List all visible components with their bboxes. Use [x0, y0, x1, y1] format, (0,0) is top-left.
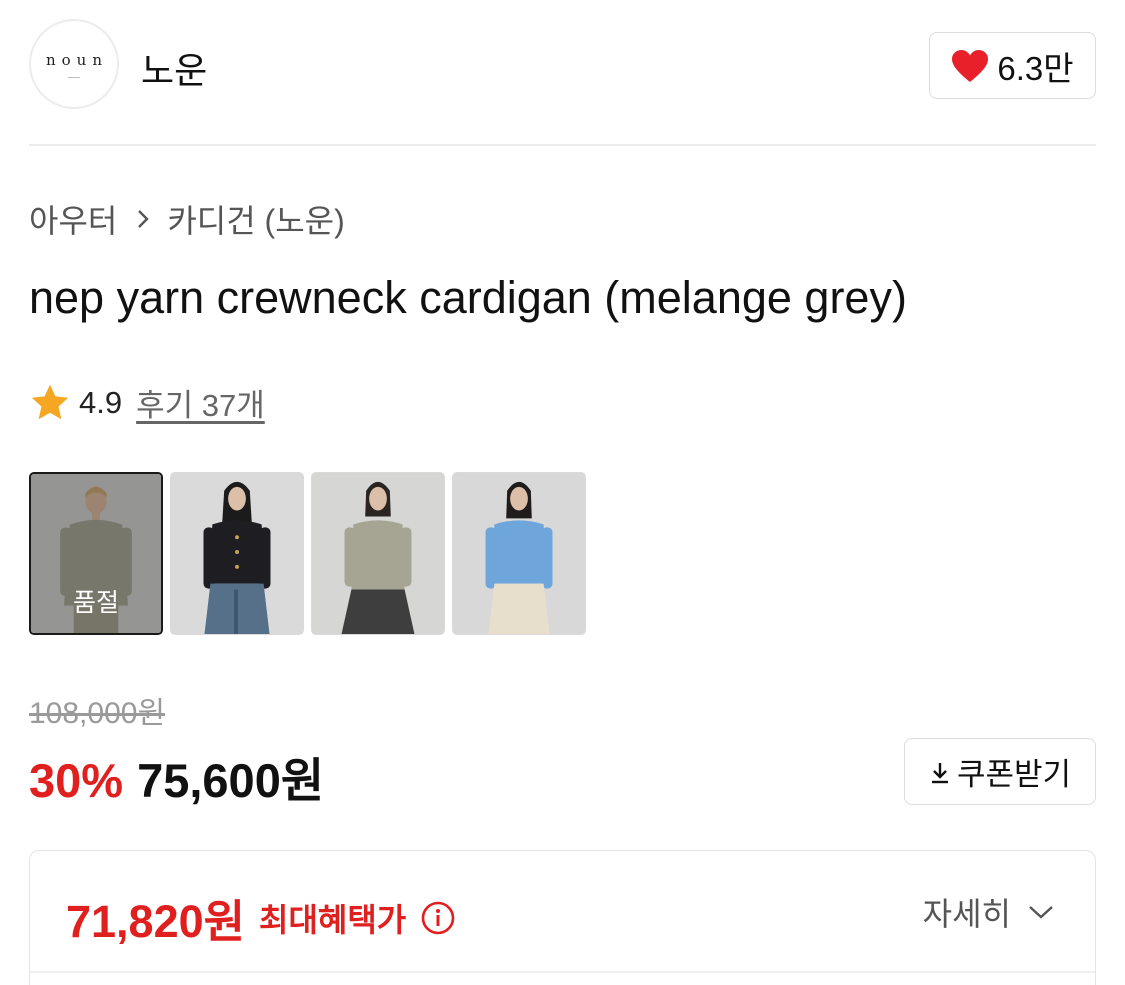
star-icon — [31, 384, 69, 419]
thumbnail-beige[interactable] — [311, 472, 445, 635]
product-title: nep yarn crewneck cardigan (melange grey… — [29, 272, 907, 323]
chevron-right-icon — [135, 208, 151, 230]
review-count-link[interactable]: 후기 37개 — [136, 380, 265, 425]
product-image-beige — [312, 473, 444, 634]
max-benefit-summary: 71,820원 최대혜택가 — [66, 885, 456, 950]
like-button[interactable]: 6.3만 — [929, 32, 1096, 99]
color-options: 품절 — [29, 472, 586, 635]
max-benefit-box: 71,820원 최대혜택가 자세히 — [29, 850, 1096, 985]
breadcrumb-item-outer[interactable]: 아우터 — [29, 196, 117, 242]
chevron-down-icon — [1029, 906, 1053, 919]
download-icon — [931, 762, 948, 783]
product-image-black — [171, 473, 303, 634]
coupon-download-button[interactable]: 쿠폰받기 — [904, 738, 1096, 805]
brand-logo-mark — [68, 76, 80, 78]
coupon-label: 쿠폰받기 — [956, 757, 1072, 792]
thumbnail-blue[interactable] — [452, 472, 586, 635]
thumbnail-melange-grey[interactable]: 품절 — [29, 472, 163, 635]
brand-logo-text: noun — [45, 50, 108, 69]
brand-logo[interactable]: noun — [29, 19, 119, 109]
like-count: 6.3만 — [997, 49, 1074, 87]
original-price: 108,000원 — [29, 697, 166, 730]
brand-name[interactable]: 노운 — [141, 42, 207, 94]
breadcrumb-item-cardigan[interactable]: 카디건 (노운) — [167, 196, 344, 242]
sold-out-label: 품절 — [72, 589, 119, 617]
discount-rate: 30% — [29, 754, 124, 807]
info-icon[interactable] — [420, 900, 456, 936]
max-benefit-label: 최대혜택가 — [259, 901, 407, 938]
benefit-divider — [30, 971, 1095, 973]
price-row: 30% 75,600원 — [29, 742, 324, 811]
product-image-blue — [453, 473, 585, 634]
breadcrumb: 아우터 카디건 (노운) — [29, 196, 345, 242]
rating-score: 4.9 — [79, 384, 123, 420]
sale-price: 75,600원 — [137, 754, 325, 807]
max-benefit-price: 71,820원 — [66, 896, 246, 947]
benefit-detail-toggle[interactable]: 자세히 — [923, 889, 1055, 935]
thumbnail-black[interactable] — [170, 472, 304, 635]
detail-label: 자세히 — [922, 896, 1011, 932]
heart-icon — [952, 49, 989, 82]
rating-row: 4.9 후기 37개 — [29, 380, 265, 425]
header-divider — [29, 144, 1096, 146]
